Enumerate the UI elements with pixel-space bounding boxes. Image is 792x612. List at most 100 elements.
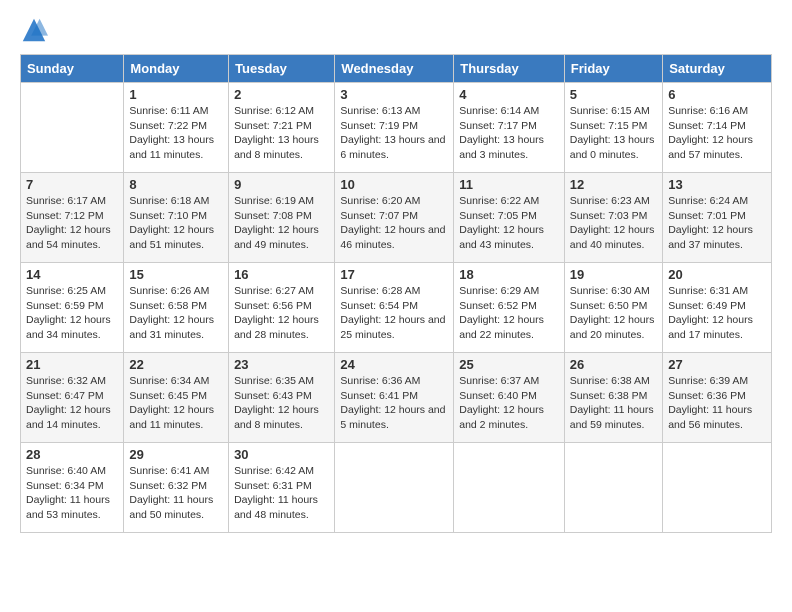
- day-number: 4: [459, 87, 559, 102]
- calendar-cell: 19 Sunrise: 6:30 AM Sunset: 6:50 PM Dayli…: [564, 263, 662, 353]
- day-number: 17: [340, 267, 448, 282]
- day-number: 15: [129, 267, 223, 282]
- calendar-cell: 1 Sunrise: 6:11 AM Sunset: 7:22 PM Daylig…: [124, 83, 229, 173]
- cell-content: Sunrise: 6:23 AM Sunset: 7:03 PM Dayligh…: [570, 194, 657, 253]
- cell-content: Sunrise: 6:26 AM Sunset: 6:58 PM Dayligh…: [129, 284, 223, 343]
- cell-content: Sunrise: 6:11 AM Sunset: 7:22 PM Dayligh…: [129, 104, 223, 163]
- cell-content: Sunrise: 6:28 AM Sunset: 6:54 PM Dayligh…: [340, 284, 448, 343]
- cell-content: Sunrise: 6:40 AM Sunset: 6:34 PM Dayligh…: [26, 464, 118, 523]
- day-number: 26: [570, 357, 657, 372]
- day-number: 10: [340, 177, 448, 192]
- calendar-cell: 2 Sunrise: 6:12 AM Sunset: 7:21 PM Daylig…: [229, 83, 335, 173]
- calendar-cell: 16 Sunrise: 6:27 AM Sunset: 6:56 PM Dayli…: [229, 263, 335, 353]
- day-number: 5: [570, 87, 657, 102]
- cell-content: Sunrise: 6:14 AM Sunset: 7:17 PM Dayligh…: [459, 104, 559, 163]
- cell-content: Sunrise: 6:42 AM Sunset: 6:31 PM Dayligh…: [234, 464, 329, 523]
- page-header: [20, 16, 772, 44]
- calendar-cell: 24 Sunrise: 6:36 AM Sunset: 6:41 PM Dayli…: [335, 353, 454, 443]
- calendar-cell: 11 Sunrise: 6:22 AM Sunset: 7:05 PM Dayli…: [454, 173, 565, 263]
- day-number: 29: [129, 447, 223, 462]
- day-number: 27: [668, 357, 766, 372]
- calendar-week-row: 1 Sunrise: 6:11 AM Sunset: 7:22 PM Daylig…: [21, 83, 772, 173]
- day-number: 2: [234, 87, 329, 102]
- calendar-day-header: Thursday: [454, 55, 565, 83]
- day-number: 20: [668, 267, 766, 282]
- day-number: 28: [26, 447, 118, 462]
- calendar-cell: 23 Sunrise: 6:35 AM Sunset: 6:43 PM Dayli…: [229, 353, 335, 443]
- calendar-cell: 15 Sunrise: 6:26 AM Sunset: 6:58 PM Dayli…: [124, 263, 229, 353]
- cell-content: Sunrise: 6:36 AM Sunset: 6:41 PM Dayligh…: [340, 374, 448, 433]
- day-number: 1: [129, 87, 223, 102]
- calendar-cell: 28 Sunrise: 6:40 AM Sunset: 6:34 PM Dayli…: [21, 443, 124, 533]
- day-number: 19: [570, 267, 657, 282]
- calendar-week-row: 28 Sunrise: 6:40 AM Sunset: 6:34 PM Dayli…: [21, 443, 772, 533]
- calendar-cell: 9Sunrise: 6:19 AM Sunset: 7:08 PM Daylig…: [229, 173, 335, 263]
- calendar-day-header: Tuesday: [229, 55, 335, 83]
- day-number: 7: [26, 177, 118, 192]
- calendar-cell: [564, 443, 662, 533]
- day-number: 13: [668, 177, 766, 192]
- day-number: 11: [459, 177, 559, 192]
- day-number: 18: [459, 267, 559, 282]
- day-number: 16: [234, 267, 329, 282]
- day-number: 22: [129, 357, 223, 372]
- cell-content: Sunrise: 6:19 AM Sunset: 7:08 PM Dayligh…: [234, 194, 329, 253]
- calendar-cell: 12 Sunrise: 6:23 AM Sunset: 7:03 PM Dayli…: [564, 173, 662, 263]
- cell-content: Sunrise: 6:41 AM Sunset: 6:32 PM Dayligh…: [129, 464, 223, 523]
- cell-content: Sunrise: 6:22 AM Sunset: 7:05 PM Dayligh…: [459, 194, 559, 253]
- cell-content: Sunrise: 6:31 AM Sunset: 6:49 PM Dayligh…: [668, 284, 766, 343]
- calendar-day-header: Friday: [564, 55, 662, 83]
- cell-content: Sunrise: 6:39 AM Sunset: 6:36 PM Dayligh…: [668, 374, 766, 433]
- cell-content: Sunrise: 6:27 AM Sunset: 6:56 PM Dayligh…: [234, 284, 329, 343]
- calendar-cell: [454, 443, 565, 533]
- cell-content: Sunrise: 6:34 AM Sunset: 6:45 PM Dayligh…: [129, 374, 223, 433]
- calendar-cell: 14 Sunrise: 6:25 AM Sunset: 6:59 PM Dayli…: [21, 263, 124, 353]
- calendar-cell: 4 Sunrise: 6:14 AM Sunset: 7:17 PM Daylig…: [454, 83, 565, 173]
- day-number: 12: [570, 177, 657, 192]
- cell-content: Sunrise: 6:29 AM Sunset: 6:52 PM Dayligh…: [459, 284, 559, 343]
- calendar-cell: 21 Sunrise: 6:32 AM Sunset: 6:47 PM Dayli…: [21, 353, 124, 443]
- calendar-day-header: Saturday: [663, 55, 772, 83]
- day-number: 6: [668, 87, 766, 102]
- calendar-cell: 30Sunrise: 6:42 AM Sunset: 6:31 PM Dayli…: [229, 443, 335, 533]
- calendar-cell: 25 Sunrise: 6:37 AM Sunset: 6:40 PM Dayli…: [454, 353, 565, 443]
- cell-content: Sunrise: 6:20 AM Sunset: 7:07 PM Dayligh…: [340, 194, 448, 253]
- calendar-table: SundayMondayTuesdayWednesdayThursdayFrid…: [20, 54, 772, 533]
- calendar-cell: [21, 83, 124, 173]
- logo: [20, 16, 52, 44]
- cell-content: Sunrise: 6:12 AM Sunset: 7:21 PM Dayligh…: [234, 104, 329, 163]
- day-number: 3: [340, 87, 448, 102]
- day-number: 8: [129, 177, 223, 192]
- cell-content: Sunrise: 6:32 AM Sunset: 6:47 PM Dayligh…: [26, 374, 118, 433]
- cell-content: Sunrise: 6:13 AM Sunset: 7:19 PM Dayligh…: [340, 104, 448, 163]
- calendar-cell: 10 Sunrise: 6:20 AM Sunset: 7:07 PM Dayli…: [335, 173, 454, 263]
- calendar-cell: 22 Sunrise: 6:34 AM Sunset: 6:45 PM Dayli…: [124, 353, 229, 443]
- day-number: 25: [459, 357, 559, 372]
- cell-content: Sunrise: 6:37 AM Sunset: 6:40 PM Dayligh…: [459, 374, 559, 433]
- calendar-cell: 18 Sunrise: 6:29 AM Sunset: 6:52 PM Dayli…: [454, 263, 565, 353]
- calendar-cell: [663, 443, 772, 533]
- cell-content: Sunrise: 6:15 AM Sunset: 7:15 PM Dayligh…: [570, 104, 657, 163]
- cell-content: Sunrise: 6:30 AM Sunset: 6:50 PM Dayligh…: [570, 284, 657, 343]
- calendar-day-header: Sunday: [21, 55, 124, 83]
- calendar-cell: 20 Sunrise: 6:31 AM Sunset: 6:49 PM Dayli…: [663, 263, 772, 353]
- calendar-day-header: Wednesday: [335, 55, 454, 83]
- calendar-week-row: 21 Sunrise: 6:32 AM Sunset: 6:47 PM Dayli…: [21, 353, 772, 443]
- calendar-day-header: Monday: [124, 55, 229, 83]
- calendar-cell: 6 Sunrise: 6:16 AM Sunset: 7:14 PM Daylig…: [663, 83, 772, 173]
- calendar-header-row: SundayMondayTuesdayWednesdayThursdayFrid…: [21, 55, 772, 83]
- day-number: 23: [234, 357, 329, 372]
- day-number: 24: [340, 357, 448, 372]
- cell-content: Sunrise: 6:16 AM Sunset: 7:14 PM Dayligh…: [668, 104, 766, 163]
- calendar-cell: 7Sunrise: 6:17 AM Sunset: 7:12 PM Daylig…: [21, 173, 124, 263]
- calendar-cell: 3 Sunrise: 6:13 AM Sunset: 7:19 PM Daylig…: [335, 83, 454, 173]
- day-number: 21: [26, 357, 118, 372]
- calendar-cell: 17 Sunrise: 6:28 AM Sunset: 6:54 PM Dayli…: [335, 263, 454, 353]
- calendar-cell: [335, 443, 454, 533]
- cell-content: Sunrise: 6:25 AM Sunset: 6:59 PM Dayligh…: [26, 284, 118, 343]
- cell-content: Sunrise: 6:35 AM Sunset: 6:43 PM Dayligh…: [234, 374, 329, 433]
- calendar-cell: 5 Sunrise: 6:15 AM Sunset: 7:15 PM Daylig…: [564, 83, 662, 173]
- logo-icon: [20, 16, 48, 44]
- day-number: 14: [26, 267, 118, 282]
- cell-content: Sunrise: 6:38 AM Sunset: 6:38 PM Dayligh…: [570, 374, 657, 433]
